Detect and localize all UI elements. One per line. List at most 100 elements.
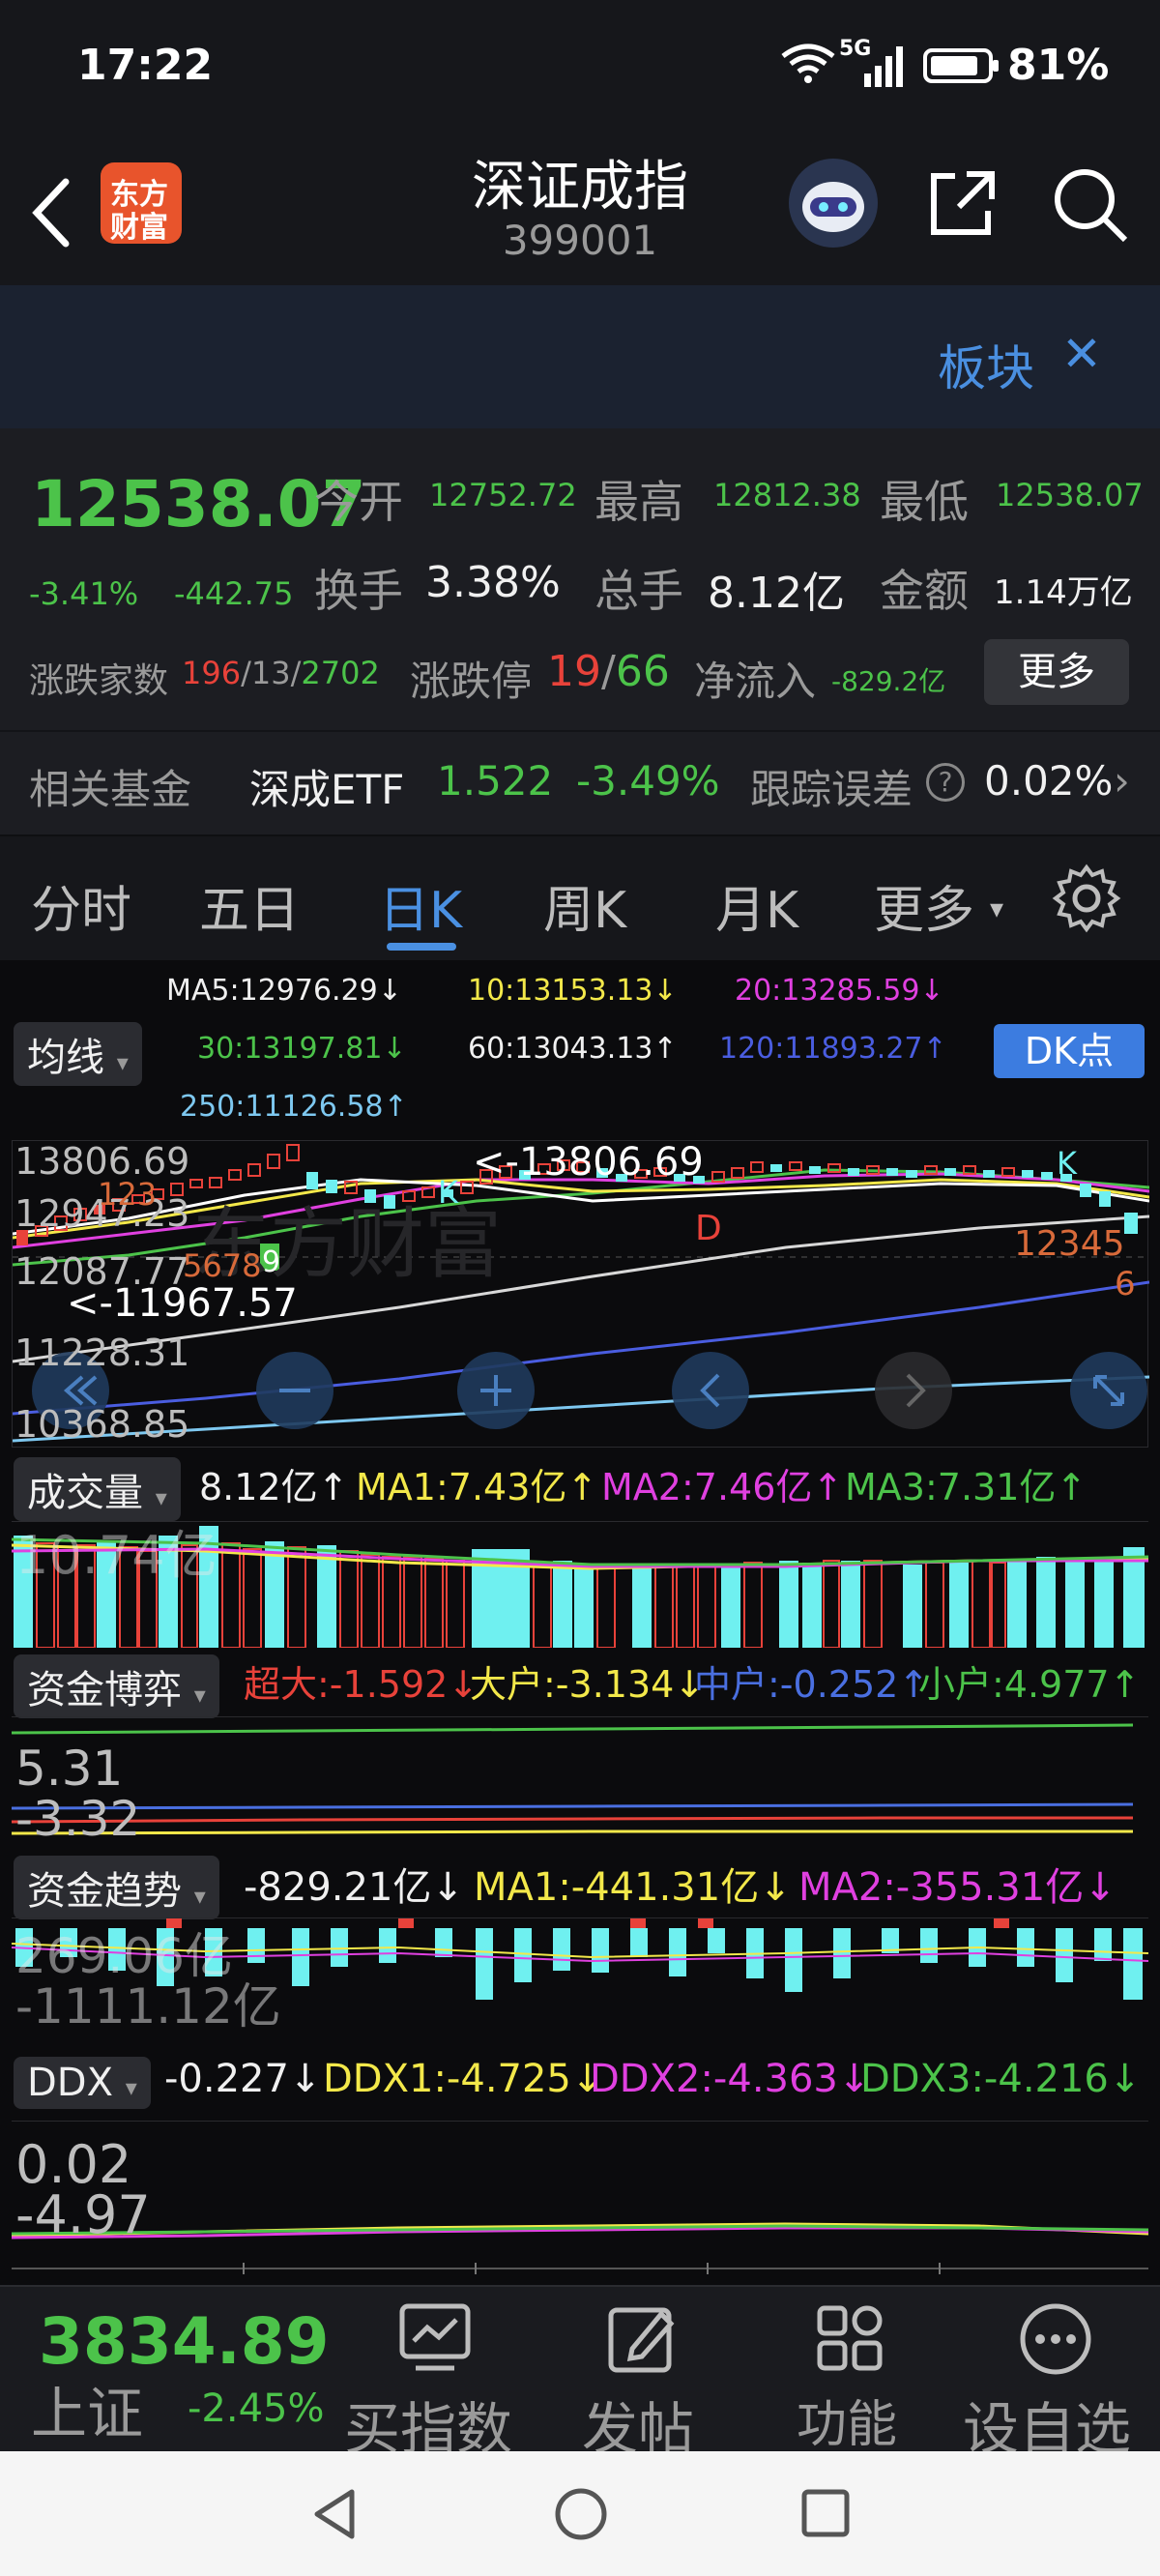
tab-intraday[interactable]: 分时 [31, 869, 131, 942]
help-icon[interactable]: ? [926, 763, 965, 802]
tab-more[interactable]: 更多 [874, 869, 974, 942]
fund-name: 深成ETF [249, 766, 405, 813]
function-grid-icon [812, 2300, 889, 2378]
ddx2-label: DDX2:-4.363↓ [590, 2057, 871, 2101]
tab-indicator [387, 943, 456, 951]
ma-selector-label: 均线 [27, 1036, 104, 1080]
volume-ma3: MA3:7.31亿↑ [845, 1466, 1088, 1508]
open-label: 今开 [314, 476, 403, 528]
kline-chart-area[interactable]: MA5:12976.29↓ 10:13153.13↓ 20:13285.59↓ … [0, 960, 1160, 2285]
capital-small: 小户:4.977↑ [918, 1663, 1141, 1706]
battery-percent: 81% [1007, 41, 1110, 90]
capital-trend-axis-bottom: -1111.12亿 [15, 1978, 281, 2034]
bottom-toolbar: 3834.89 上证 -2.45% 买指数 发帖 功能 设自选 [0, 2285, 1160, 2462]
amount-value: 1.14万亿 [994, 573, 1133, 612]
more-button[interactable]: 更多 [984, 639, 1129, 705]
low-label: 最低 [880, 476, 969, 528]
ddx-value: -0.227↓ [164, 2057, 322, 2101]
ddx-selector[interactable]: DDX ▾ [14, 2057, 151, 2109]
tracking-error-label: 跟踪误差 [750, 766, 914, 813]
signal-icon [845, 44, 909, 89]
ma30-label: 30:13197.81↓ [197, 1032, 407, 1066]
period-tabs: 分时 五日 日K 周K 月K 更多 ▾ [0, 834, 1160, 960]
ma5-label: MA5:12976.29↓ [166, 974, 402, 1008]
fund-price: 1.522 [437, 757, 554, 805]
nav-home-icon[interactable] [553, 2486, 609, 2542]
ma250-label: 250:11126.58↑ [180, 1090, 408, 1124]
sh-index-name: 上证 [31, 2381, 144, 2446]
chart-icon [396, 2300, 474, 2378]
breadth-down: 2702 [301, 655, 380, 691]
capital-trend-ma2: MA2:-355.31亿↓ [798, 1865, 1116, 1910]
more-dots-icon [1017, 2300, 1094, 2378]
tab-monthly-k[interactable]: 月K [715, 869, 798, 942]
seq-marker-2: 5678 [183, 1247, 262, 1284]
close-icon[interactable]: ✕ [1061, 326, 1102, 382]
limit-down: 66 [615, 647, 670, 696]
ma60-label: 60:13043.13↑ [468, 1032, 678, 1066]
tab-weekly-k[interactable]: 周K [543, 869, 626, 942]
robot-avatar-icon[interactable] [789, 159, 878, 248]
wifi-icon [779, 43, 837, 85]
seq-marker-3: 9 [262, 1245, 281, 1279]
capital-game-axis-top: 5.31 [15, 1741, 124, 1797]
share-icon[interactable] [924, 164, 1001, 242]
ddx-selector-label: DDX [27, 2061, 114, 2105]
capital-game-axis-bottom: -3.32 [15, 1791, 141, 1847]
tab-five-day[interactable]: 五日 [199, 869, 300, 942]
ddx-axis-bottom: -4.97 [15, 2184, 151, 2245]
d-marker: D [695, 1209, 722, 1248]
capital-game-selector[interactable]: 资金博弈 ▾ [14, 1654, 219, 1718]
high-marker: <-13806.69 [473, 1140, 704, 1185]
fund-label: 相关基金 [29, 766, 192, 813]
amount-label: 金额 [880, 565, 969, 617]
breadth-flat: 13 [250, 655, 291, 691]
breadth-values: 196/13/2702 [182, 655, 380, 691]
volume-label: 总手 [594, 565, 683, 617]
nav-recents-icon[interactable] [800, 2488, 851, 2538]
dk-point-button[interactable]: DK点 [994, 1024, 1145, 1078]
k-marker-2: K [1057, 1145, 1077, 1182]
ma10-label: 10:13153.13↓ [468, 974, 678, 1008]
ma120-label: 120:11893.27↑ [719, 1032, 947, 1066]
related-fund-row[interactable]: 相关基金 深成ETF 1.522 -3.49% 跟踪误差 ? 0.02% › [0, 730, 1160, 834]
volume-value: 8.12亿↑ [199, 1466, 349, 1508]
edit-icon [603, 2300, 681, 2378]
change-pct: -3.41% [29, 575, 139, 612]
volume-chart: 10.74亿 [12, 1521, 1148, 1648]
volume-selector-label: 成交量 [27, 1471, 143, 1515]
fund-pct: -3.49% [576, 757, 720, 805]
ma-selector[interactable]: 均线 ▾ [14, 1022, 142, 1086]
app-header: 东方 财富 深证成指 399001 [0, 135, 1160, 285]
capital-trend-selector-label: 资金趋势 [27, 1869, 182, 1914]
ma20-label: 20:13285.59↓ [735, 974, 944, 1008]
sh-index-price[interactable]: 3834.89 [39, 2310, 330, 2374]
capital-trend-ma1: MA1:-441.31亿↓ [474, 1865, 792, 1910]
capital-game-selector-label: 资金博弈 [27, 1668, 182, 1712]
promo-banner[interactable]: 板块 ✕ [0, 285, 1160, 428]
limit-label: 涨跌停 [410, 658, 533, 705]
capital-trend-selector[interactable]: 资金趋势 ▾ [14, 1856, 219, 1919]
breadth-label: 涨跌家数 [29, 661, 169, 701]
search-icon[interactable] [1050, 164, 1131, 246]
status-bar: 17:22 5G 81% [0, 0, 1160, 135]
ddx-axis-top: 0.02 [15, 2134, 132, 2195]
quote-panel: 12538.07 -3.41% -442.75 今开 12752.72 最高 1… [0, 428, 1160, 730]
netflow-label: 净流入 [694, 658, 817, 705]
function-button[interactable]: 功能 [797, 2384, 897, 2456]
chevron-right-icon: › [1114, 757, 1130, 805]
tab-daily-k[interactable]: 日K [379, 869, 462, 942]
price-chart[interactable]: 东方财富 13806.69 12947.23 12087.77 11228.31… [12, 1140, 1149, 1448]
volume-axis-label: 10.74亿 [15, 1525, 218, 1586]
seq-marker-1: 123 [98, 1176, 158, 1213]
battery-icon [923, 46, 1000, 85]
nav-back-icon[interactable] [307, 2486, 362, 2542]
caret-down-icon: ▾ [990, 893, 1004, 924]
volume-ma2: MA2:7.46亿↑ [601, 1466, 844, 1508]
settings-gear-icon[interactable] [1052, 864, 1121, 933]
ddx-chart: 0.02 -4.97 [12, 2121, 1148, 2275]
volume-selector[interactable]: 成交量 ▾ [14, 1457, 181, 1521]
seq-marker-4: 12345 [1014, 1224, 1125, 1264]
ddx3-label: DDX3:-4.216↓ [860, 2057, 1142, 2101]
price-axis-3: 11228.31 [14, 1332, 190, 1374]
